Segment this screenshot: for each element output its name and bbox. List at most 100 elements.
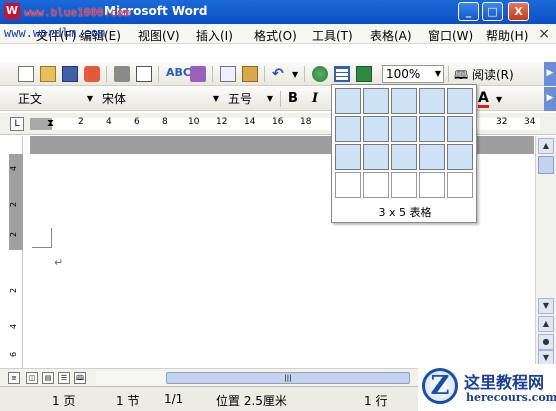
table-grid-cell[interactable] xyxy=(419,172,445,198)
table-grid-cell[interactable] xyxy=(391,172,417,198)
table-grid-cell[interactable] xyxy=(391,88,417,114)
save-icon[interactable] xyxy=(62,66,78,82)
site-logo-domain: herecours.com xyxy=(466,391,556,404)
font-color-button[interactable]: A xyxy=(478,91,489,108)
chevron-down-icon: ▼ xyxy=(86,94,93,103)
open-folder-icon[interactable] xyxy=(40,66,56,82)
status-position: 位置 2.5厘米 xyxy=(216,394,287,408)
scroll-up-icon[interactable]: ▲ xyxy=(538,138,554,154)
zoom-select[interactable]: 100% ▼ xyxy=(382,65,444,83)
undo-icon[interactable]: ↶ xyxy=(272,66,288,82)
close-document-icon[interactable]: × xyxy=(538,26,550,42)
new-document-icon[interactable] xyxy=(18,66,34,82)
table-grid-cell[interactable] xyxy=(447,172,473,198)
zoom-value: 100% xyxy=(386,67,421,81)
browse-object-icon[interactable]: ● xyxy=(538,334,554,350)
table-grid-cell[interactable] xyxy=(363,116,389,142)
table-grid-cell[interactable] xyxy=(335,88,361,114)
vertical-scrollbar[interactable]: ▲ ▼ ▲ ● ▼ xyxy=(535,136,556,368)
vruler-tick: 4 xyxy=(9,165,19,172)
font-size-value: 五号 xyxy=(228,92,253,106)
copy-icon[interactable] xyxy=(220,66,236,82)
table-grid-cell[interactable] xyxy=(391,144,417,170)
standard-toolbar: ABC ↶ ▼ 100% ▼ 🕮 阅读(R) ▶ xyxy=(0,62,556,86)
italic-button[interactable]: I xyxy=(312,91,318,106)
table-grid-cell[interactable] xyxy=(447,144,473,170)
paste-icon[interactable] xyxy=(242,66,258,82)
vertical-ruler: 4 2 2 2 4 6 xyxy=(9,136,23,368)
undo-dropdown-icon[interactable]: ▼ xyxy=(292,70,298,79)
hyperlink-icon[interactable] xyxy=(312,66,328,82)
tab-selector[interactable]: L xyxy=(10,117,24,131)
table-grid-cell[interactable] xyxy=(335,172,361,198)
normal-view-icon[interactable]: ≡ xyxy=(8,372,20,384)
table-grid-cell[interactable] xyxy=(363,144,389,170)
print-preview-icon[interactable] xyxy=(136,66,152,82)
toolbar-options-icon[interactable]: ▶ xyxy=(544,87,556,111)
style-value: 正文 xyxy=(18,92,43,106)
page-corner-mark xyxy=(32,228,52,248)
status-section: 1 节 xyxy=(116,394,140,408)
menu-tools[interactable]: 工具(T) xyxy=(312,27,353,44)
table-grid-cell[interactable] xyxy=(447,116,473,142)
table-grid-cell[interactable] xyxy=(419,88,445,114)
permission-icon[interactable] xyxy=(84,66,100,82)
indent-marker-icon[interactable]: ⧗ xyxy=(47,118,54,129)
ruler-tick: 8 xyxy=(162,117,168,127)
toolbar-separator xyxy=(264,66,265,82)
hscroll-thumb[interactable]: ||| xyxy=(166,372,410,384)
menu-insert[interactable]: 插入(I) xyxy=(196,27,233,44)
spelling-icon[interactable]: ABC xyxy=(166,66,191,82)
close-button[interactable]: X xyxy=(508,2,529,21)
reading-view-icon[interactable]: 🕮 xyxy=(74,372,86,384)
table-grid-cell[interactable] xyxy=(447,88,473,114)
web-view-icon[interactable]: ◫ xyxy=(26,372,38,384)
table-size-label: 3 x 5 表格 xyxy=(378,206,432,219)
maximize-button[interactable]: □ xyxy=(482,2,503,21)
status-line: 1 行 xyxy=(364,394,388,408)
research-icon[interactable] xyxy=(190,66,206,82)
toolbar-separator xyxy=(212,66,213,82)
table-grid-cell[interactable] xyxy=(363,172,389,198)
ruler-tick: 10 xyxy=(188,117,200,127)
ruler-tick: 4 xyxy=(106,117,112,127)
insert-excel-icon[interactable] xyxy=(356,66,372,82)
font-size-select[interactable]: 五号 ▼ xyxy=(224,90,276,108)
ruler-tick: 14 xyxy=(244,117,256,127)
ruler-tick: 12 xyxy=(216,117,228,127)
table-grid-cell[interactable] xyxy=(335,116,361,142)
scroll-thumb[interactable] xyxy=(538,156,554,174)
status-page-of: 1/1 xyxy=(164,392,184,406)
table-grid-cell[interactable] xyxy=(335,144,361,170)
ruler-tick: 34 xyxy=(524,117,536,127)
vruler-tick: 6 xyxy=(9,351,19,358)
font-color-dropdown-icon[interactable]: ▼ xyxy=(496,95,502,104)
table-grid-cell[interactable] xyxy=(391,116,417,142)
table-grid-cell[interactable] xyxy=(419,116,445,142)
table-grid-cell[interactable] xyxy=(363,88,389,114)
menu-table[interactable]: 表格(A) xyxy=(370,27,412,44)
bold-button[interactable]: B xyxy=(288,91,298,106)
watermark-top: www.blue1000.com xyxy=(24,6,130,19)
ruler-tick: 32 xyxy=(496,117,508,127)
table-grid-cell[interactable] xyxy=(419,144,445,170)
style-select[interactable]: 正文 ▼ xyxy=(14,90,96,108)
menu-window[interactable]: 窗口(W) xyxy=(428,27,473,44)
print-view-icon[interactable]: ▤ xyxy=(42,372,54,384)
read-mode-label: 阅读(R) xyxy=(471,68,514,82)
scroll-down-icon[interactable]: ▼ xyxy=(538,298,554,314)
site-logo: Z 这里教程网 herecours.com xyxy=(418,364,556,411)
minimize-button[interactable]: _ xyxy=(458,2,479,21)
toolbar-options-icon[interactable]: ▶ xyxy=(544,62,556,86)
print-icon[interactable] xyxy=(114,66,130,82)
previous-page-icon[interactable]: ▲ xyxy=(538,316,554,332)
insert-table-grid[interactable]: 3 x 5 表格 xyxy=(331,84,477,223)
menu-help[interactable]: 帮助(H) xyxy=(486,27,528,44)
font-select[interactable]: 宋体 ▼ xyxy=(98,90,222,108)
menu-view[interactable]: 视图(V) xyxy=(138,27,180,44)
outline-view-icon[interactable]: ☰ xyxy=(58,372,70,384)
menu-format[interactable]: 格式(O) xyxy=(254,27,297,44)
ruler-tick: 16 xyxy=(272,117,284,127)
toolbar-separator xyxy=(106,66,107,82)
insert-table-icon[interactable] xyxy=(334,66,350,82)
